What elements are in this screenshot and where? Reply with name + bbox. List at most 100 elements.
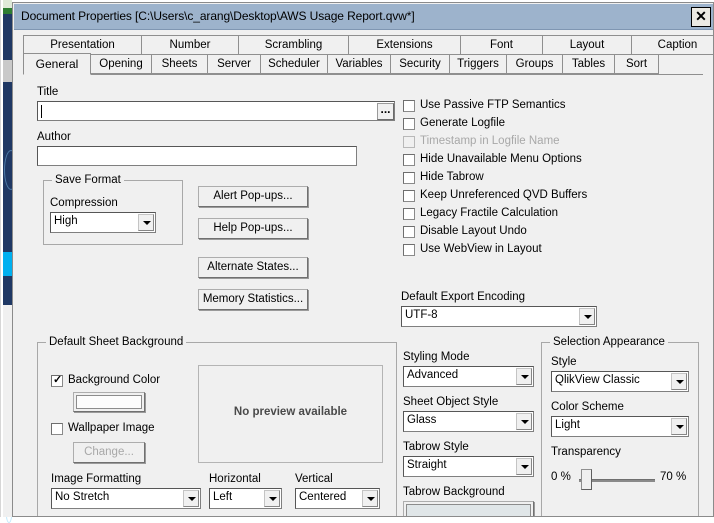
tab-scheduler[interactable]: Scheduler: [260, 54, 328, 74]
sheet-object-style-value: Glass: [407, 414, 437, 426]
color-scheme-label: Color Scheme: [551, 401, 624, 413]
tabrow-background-swatch: [406, 504, 531, 516]
compression-combo-button[interactable]: [138, 214, 154, 231]
selection-style-combo-button[interactable]: [671, 373, 687, 390]
tab-label: Scheduler: [268, 58, 320, 70]
compression-label: Compression: [50, 197, 118, 209]
vertical-label: Vertical: [295, 473, 333, 485]
sheet-object-style-label: Sheet Object Style: [403, 396, 499, 408]
memory-statistics-button[interactable]: Memory Statistics...: [198, 289, 308, 310]
tabrow-style-combo[interactable]: Straight: [403, 456, 534, 477]
export-encoding-value: UTF-8: [405, 309, 438, 321]
author-input[interactable]: [37, 146, 357, 166]
button-label: Memory Statistics...: [202, 293, 304, 305]
tab-sheets[interactable]: Sheets: [151, 54, 208, 74]
tab-label: Security: [399, 58, 441, 70]
tab-variables[interactable]: Variables: [327, 54, 391, 74]
title-browse-button[interactable]: ...: [377, 103, 394, 120]
tab-label: Layout: [569, 39, 605, 51]
checkbox-use-passive-ftp-semantics[interactable]: [403, 100, 415, 112]
checkbox-hide-unavailable-menu-options[interactable]: [403, 154, 415, 166]
tabrow-style-combo-button[interactable]: [516, 458, 532, 475]
tab-scrambling[interactable]: Scrambling: [238, 35, 349, 55]
checkbox-use-webview-in-layout[interactable]: [403, 244, 415, 256]
background-color-checkbox[interactable]: ✓: [51, 374, 63, 387]
tab-sort[interactable]: Sort: [614, 54, 659, 74]
tab-server[interactable]: Server: [207, 54, 261, 74]
tab-caption[interactable]: Caption: [631, 35, 713, 55]
checkbox-disable-layout-undo[interactable]: [403, 226, 415, 238]
ellipsis-icon: ...: [380, 102, 391, 116]
change-wallpaper-button[interactable]: Change...: [73, 442, 145, 463]
image-formatting-combo-button[interactable]: [183, 490, 199, 507]
save-format-group-title: Save Format: [52, 174, 124, 186]
tab-extensions[interactable]: Extensions: [348, 35, 461, 55]
color-scheme-combo-button[interactable]: [671, 418, 687, 435]
tab-groups[interactable]: Groups: [506, 54, 563, 74]
backdrop-green-strip: [3, 8, 12, 14]
checkbox-timestamp-in-logfile-name: [403, 136, 415, 148]
chevron-down-icon: [521, 374, 529, 379]
tabrow-style-label: Tabrow Style: [403, 441, 469, 453]
horizontal-value: Left: [213, 491, 233, 503]
transparency-slider-thumb[interactable]: [580, 469, 592, 490]
horizontal-combo[interactable]: Left: [209, 488, 282, 509]
tab-presentation[interactable]: Presentation: [23, 35, 142, 55]
title-input-caret: [41, 105, 42, 118]
title-input[interactable]: [37, 101, 395, 121]
tab-general[interactable]: General: [23, 53, 91, 75]
checkbox-label: Timestamp in Logfile Name: [420, 135, 560, 147]
export-encoding-label: Default Export Encoding: [401, 291, 526, 303]
tab-number[interactable]: Number: [141, 35, 239, 55]
tab-layout[interactable]: Layout: [542, 35, 632, 55]
color-scheme-combo[interactable]: Light: [551, 416, 689, 437]
tab-opening[interactable]: Opening: [90, 54, 152, 74]
background-color-label: Background Color: [68, 374, 161, 386]
change-wallpaper-label: Change...: [84, 446, 134, 458]
styling-mode-combo[interactable]: Advanced: [403, 366, 534, 387]
horizontal-combo-button[interactable]: [264, 490, 280, 507]
color-scheme-value: Light: [555, 419, 580, 431]
export-encoding-combo-button[interactable]: [579, 308, 595, 325]
sheet-object-style-combo-button[interactable]: [516, 413, 532, 430]
checkbox-legacy-fractile-calculation[interactable]: [403, 208, 415, 220]
button-label: Alert Pop-ups...: [213, 190, 293, 202]
transparency-min-label: 0 %: [551, 471, 571, 483]
styling-mode-combo-button[interactable]: [516, 368, 532, 385]
chevron-down-icon: [584, 314, 592, 319]
vertical-combo[interactable]: Centered: [295, 488, 380, 509]
alert-popups-button[interactable]: Alert Pop-ups...: [198, 186, 308, 207]
image-formatting-combo[interactable]: No Stretch: [51, 488, 201, 509]
tab-font[interactable]: Font: [460, 35, 543, 55]
alternate-states-button[interactable]: Alternate States...: [198, 257, 308, 278]
tab-tables[interactable]: Tables: [562, 54, 615, 74]
wallpaper-image-checkbox[interactable]: [51, 423, 63, 435]
chevron-down-icon: [521, 419, 529, 424]
close-icon: ✕: [695, 8, 707, 24]
backdrop-lower-strip: [3, 305, 12, 517]
checkbox-generate-logfile[interactable]: [403, 118, 415, 130]
background-color-swatch-button[interactable]: [73, 392, 145, 412]
tab-triggers[interactable]: Triggers: [449, 54, 507, 74]
preview-placeholder-text: No preview available: [233, 406, 348, 418]
dialog-title: Document Properties [C:\Users\c_arang\De…: [21, 9, 415, 23]
chevron-down-icon: [367, 496, 375, 501]
chevron-down-icon: [676, 379, 684, 384]
help-popups-button[interactable]: Help Pop-ups...: [198, 218, 308, 239]
compression-combo[interactable]: High: [50, 212, 156, 233]
vertical-combo-button[interactable]: [362, 490, 378, 507]
checkbox-label: Use WebView in Layout: [420, 243, 542, 255]
author-label: Author: [37, 131, 71, 143]
selection-style-combo[interactable]: QlikView Classic: [551, 371, 689, 392]
tabrow-background-swatch-button[interactable]: [403, 501, 534, 516]
tab-security[interactable]: Security: [390, 54, 450, 74]
dialog-titlebar: Document Properties [C:\Users\c_arang\De…: [14, 4, 713, 30]
tab-label: Sheets: [161, 58, 198, 70]
sheet-object-style-combo[interactable]: Glass: [403, 411, 534, 432]
background-color-swatch: [76, 395, 142, 409]
export-encoding-combo[interactable]: UTF-8: [401, 306, 597, 327]
close-button[interactable]: ✕: [691, 7, 711, 27]
tab-label: Caption: [657, 39, 698, 51]
checkbox-keep-unreferenced-qvd-buffers[interactable]: [403, 190, 415, 202]
checkbox-hide-tabrow[interactable]: [403, 172, 415, 184]
